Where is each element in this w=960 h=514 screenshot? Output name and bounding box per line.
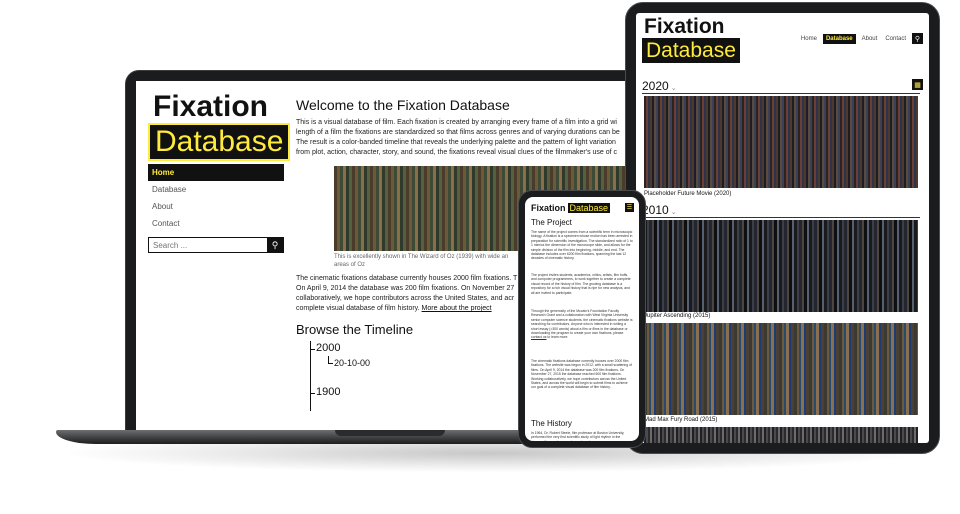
project-paragraph: The cinematic fixations database current… bbox=[531, 359, 632, 390]
search-icon[interactable]: ⚲ bbox=[267, 238, 283, 252]
timeline-branch bbox=[310, 393, 315, 394]
search-input[interactable] bbox=[149, 238, 267, 252]
menu-icon[interactable]: ☰ bbox=[625, 203, 634, 212]
nav-contact[interactable]: Contact bbox=[883, 34, 908, 44]
nav-database[interactable]: Database bbox=[148, 181, 284, 198]
chevron-down-icon: ⌄ bbox=[670, 209, 677, 216]
tablet-nav: Home Database About Contact ⚲ bbox=[799, 33, 923, 44]
laptop-sidebar: Fixation Database Home Database About Co… bbox=[148, 91, 291, 253]
paragraph-text: Through the generosity of the Mccain's F… bbox=[531, 309, 633, 336]
chevron-down-icon: ⌄ bbox=[670, 85, 677, 92]
tablet-frame: Fixation Database Home Database About Co… bbox=[625, 2, 940, 454]
film-title[interactable]: Placeholder Future Movie (2020) bbox=[644, 191, 731, 197]
timeline-year-1900[interactable]: 1900 bbox=[316, 386, 340, 398]
logo-database[interactable]: Database bbox=[642, 38, 740, 63]
tablet-screen: Fixation Database Home Database About Co… bbox=[636, 13, 929, 443]
search-icon[interactable]: ⚲ bbox=[912, 33, 923, 44]
film-fixation-thumbnail[interactable] bbox=[644, 323, 918, 415]
logo-database[interactable]: Database bbox=[148, 123, 291, 161]
intro-line: The result is a color-banded timeline th… bbox=[296, 139, 616, 146]
laptop-notch bbox=[335, 430, 445, 436]
nav-home[interactable]: Home bbox=[148, 164, 284, 181]
project-paragraph: Through the generosity of the Mccain's F… bbox=[531, 309, 633, 340]
film-fixation-thumbnail[interactable] bbox=[644, 96, 918, 188]
body-text: complete visual database of film history… bbox=[296, 305, 420, 312]
nav-about[interactable]: About bbox=[860, 34, 880, 44]
calendar-icon[interactable]: ▦ bbox=[912, 79, 923, 90]
divider bbox=[642, 217, 920, 218]
search-box: ⚲ bbox=[148, 237, 284, 253]
divider bbox=[642, 93, 920, 94]
year-label: 2010 bbox=[642, 203, 669, 217]
logo-fixation[interactable]: Fixation bbox=[644, 15, 725, 39]
contact-us-link[interactable]: contact us bbox=[531, 335, 546, 339]
logo-fixation[interactable]: Fixation bbox=[148, 91, 288, 123]
intro-paragraph: This is a visual database of film. Each … bbox=[296, 118, 676, 158]
timeline-year-2000[interactable]: 2000 bbox=[316, 342, 340, 354]
year-heading-2010[interactable]: 2010 ⌄ bbox=[642, 203, 677, 217]
intro-line: This is a visual database of film. Each … bbox=[296, 119, 617, 126]
logo-database[interactable]: Database bbox=[567, 203, 611, 213]
phone-frame: Fixation Database ☰ The Project The name… bbox=[518, 190, 646, 448]
film-title[interactable]: Jupiter Ascending (2015) bbox=[644, 313, 710, 319]
timeline-decade-link[interactable]: 20-10-00 bbox=[334, 358, 370, 368]
timeline-axis bbox=[310, 341, 311, 411]
nav-home[interactable]: Home bbox=[799, 34, 819, 44]
laptop-nav: Home Database About Contact bbox=[148, 164, 284, 232]
intro-line: length of a film the fixations are stand… bbox=[296, 129, 620, 136]
paragraph-text: to learn more. bbox=[547, 335, 569, 340]
timeline-branch bbox=[310, 349, 315, 350]
history-heading: The History bbox=[531, 419, 572, 428]
year-label: 2020 bbox=[642, 79, 669, 93]
logo-fixation[interactable]: Fixation bbox=[531, 203, 566, 213]
timeline-subbranch bbox=[328, 356, 333, 364]
phone-header: Fixation Database bbox=[531, 203, 611, 213]
film-fixation-thumbnail[interactable] bbox=[644, 427, 918, 443]
intro-line: from plot, action, character, story, and… bbox=[296, 149, 618, 156]
year-heading-2020[interactable]: 2020 ⌄ bbox=[642, 79, 677, 93]
history-paragraph: In 1964, Dr. Robert Steele, film profess… bbox=[531, 431, 625, 441]
nav-database[interactable]: Database bbox=[822, 33, 856, 44]
project-heading: The Project bbox=[531, 218, 572, 227]
project-paragraph: The name of the project comes from a sci… bbox=[531, 230, 633, 261]
phone-screen: Fixation Database ☰ The Project The name… bbox=[525, 197, 639, 441]
project-paragraph: The project invites students, academics,… bbox=[531, 273, 631, 295]
page-title: Welcome to the Fixation Database bbox=[296, 97, 510, 113]
film-fixation-thumbnail[interactable] bbox=[644, 220, 918, 312]
more-about-project-link[interactable]: More about the project bbox=[422, 305, 492, 312]
nav-contact[interactable]: Contact bbox=[148, 215, 284, 232]
film-title[interactable]: Mad Max Fury Road (2015) bbox=[644, 417, 717, 423]
nav-about[interactable]: About bbox=[148, 198, 284, 215]
